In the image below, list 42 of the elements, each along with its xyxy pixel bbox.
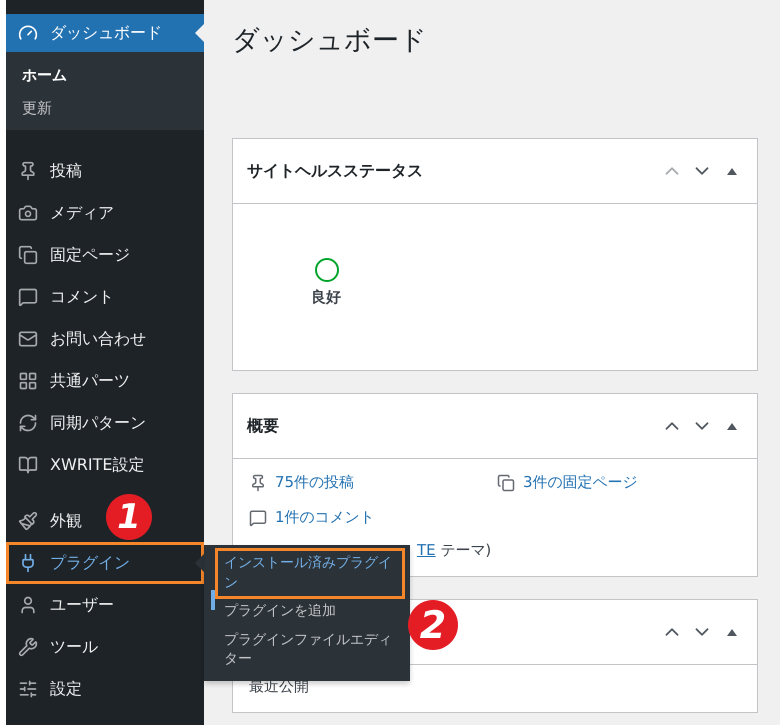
menu-item[interactable]: コメント — [6, 276, 126, 318]
stat-link[interactable]: 3件の固定ページ — [497, 473, 741, 492]
pages-icon — [497, 474, 515, 492]
card-title: サイトヘルスステータス — [247, 160, 424, 182]
flyout-item[interactable]: インストール済みプラグイン — [218, 551, 402, 596]
theme-link[interactable]: TE — [417, 541, 436, 559]
menu-item[interactable]: プラグイン — [6, 542, 204, 584]
envelope-icon — [18, 329, 38, 349]
book-icon — [18, 455, 38, 475]
menu-item[interactable]: 共通パーツ — [6, 360, 142, 402]
stat-link[interactable]: 1件のコメント — [249, 508, 497, 527]
card-title: 概要 — [247, 416, 280, 436]
menu-item[interactable]: ツール — [6, 626, 110, 668]
menu-item[interactable]: 同期パターン — [6, 402, 158, 444]
speech-bubble-icon — [249, 508, 267, 526]
pushpin-icon — [249, 474, 267, 492]
grid-icon — [18, 371, 38, 391]
page-title: ダッシュボード — [232, 24, 428, 58]
scroll-indicator — [211, 590, 215, 610]
menu-item[interactable]: 外観 — [6, 500, 94, 542]
submenu-item[interactable]: ホーム — [6, 64, 204, 87]
menu-item[interactable]: 固定ページ — [6, 234, 142, 276]
menu-item[interactable]: 設定 — [6, 668, 94, 710]
stat-link[interactable]: 75件の投稿 — [249, 473, 497, 492]
health-status: 良好 — [311, 288, 341, 307]
sync-arrows-icon — [18, 413, 38, 433]
menu-item[interactable]: 投稿 — [6, 150, 94, 192]
paintbrush-icon — [18, 511, 38, 531]
sliders-icon — [18, 679, 38, 699]
wrench-icon — [18, 637, 38, 657]
status-ring-icon — [315, 258, 339, 282]
camera-icon — [18, 203, 38, 223]
menu-item[interactable]: お問い合わせ — [6, 318, 158, 360]
menu-item[interactable]: XWRITE設定 — [6, 444, 156, 486]
menu-item[interactable]: ユーザー — [6, 584, 126, 626]
pages-icon — [18, 245, 38, 265]
speech-bubble-icon — [18, 287, 38, 307]
submenu-item[interactable]: 更新 — [6, 97, 204, 120]
menu-item[interactable]: メディア — [6, 192, 126, 234]
flyout-item[interactable]: プラグインを追加 — [218, 599, 402, 625]
flyout-item[interactable]: プラグインファイルエディター — [218, 628, 402, 673]
menu-item[interactable]: ダッシュボード — [6, 14, 204, 52]
